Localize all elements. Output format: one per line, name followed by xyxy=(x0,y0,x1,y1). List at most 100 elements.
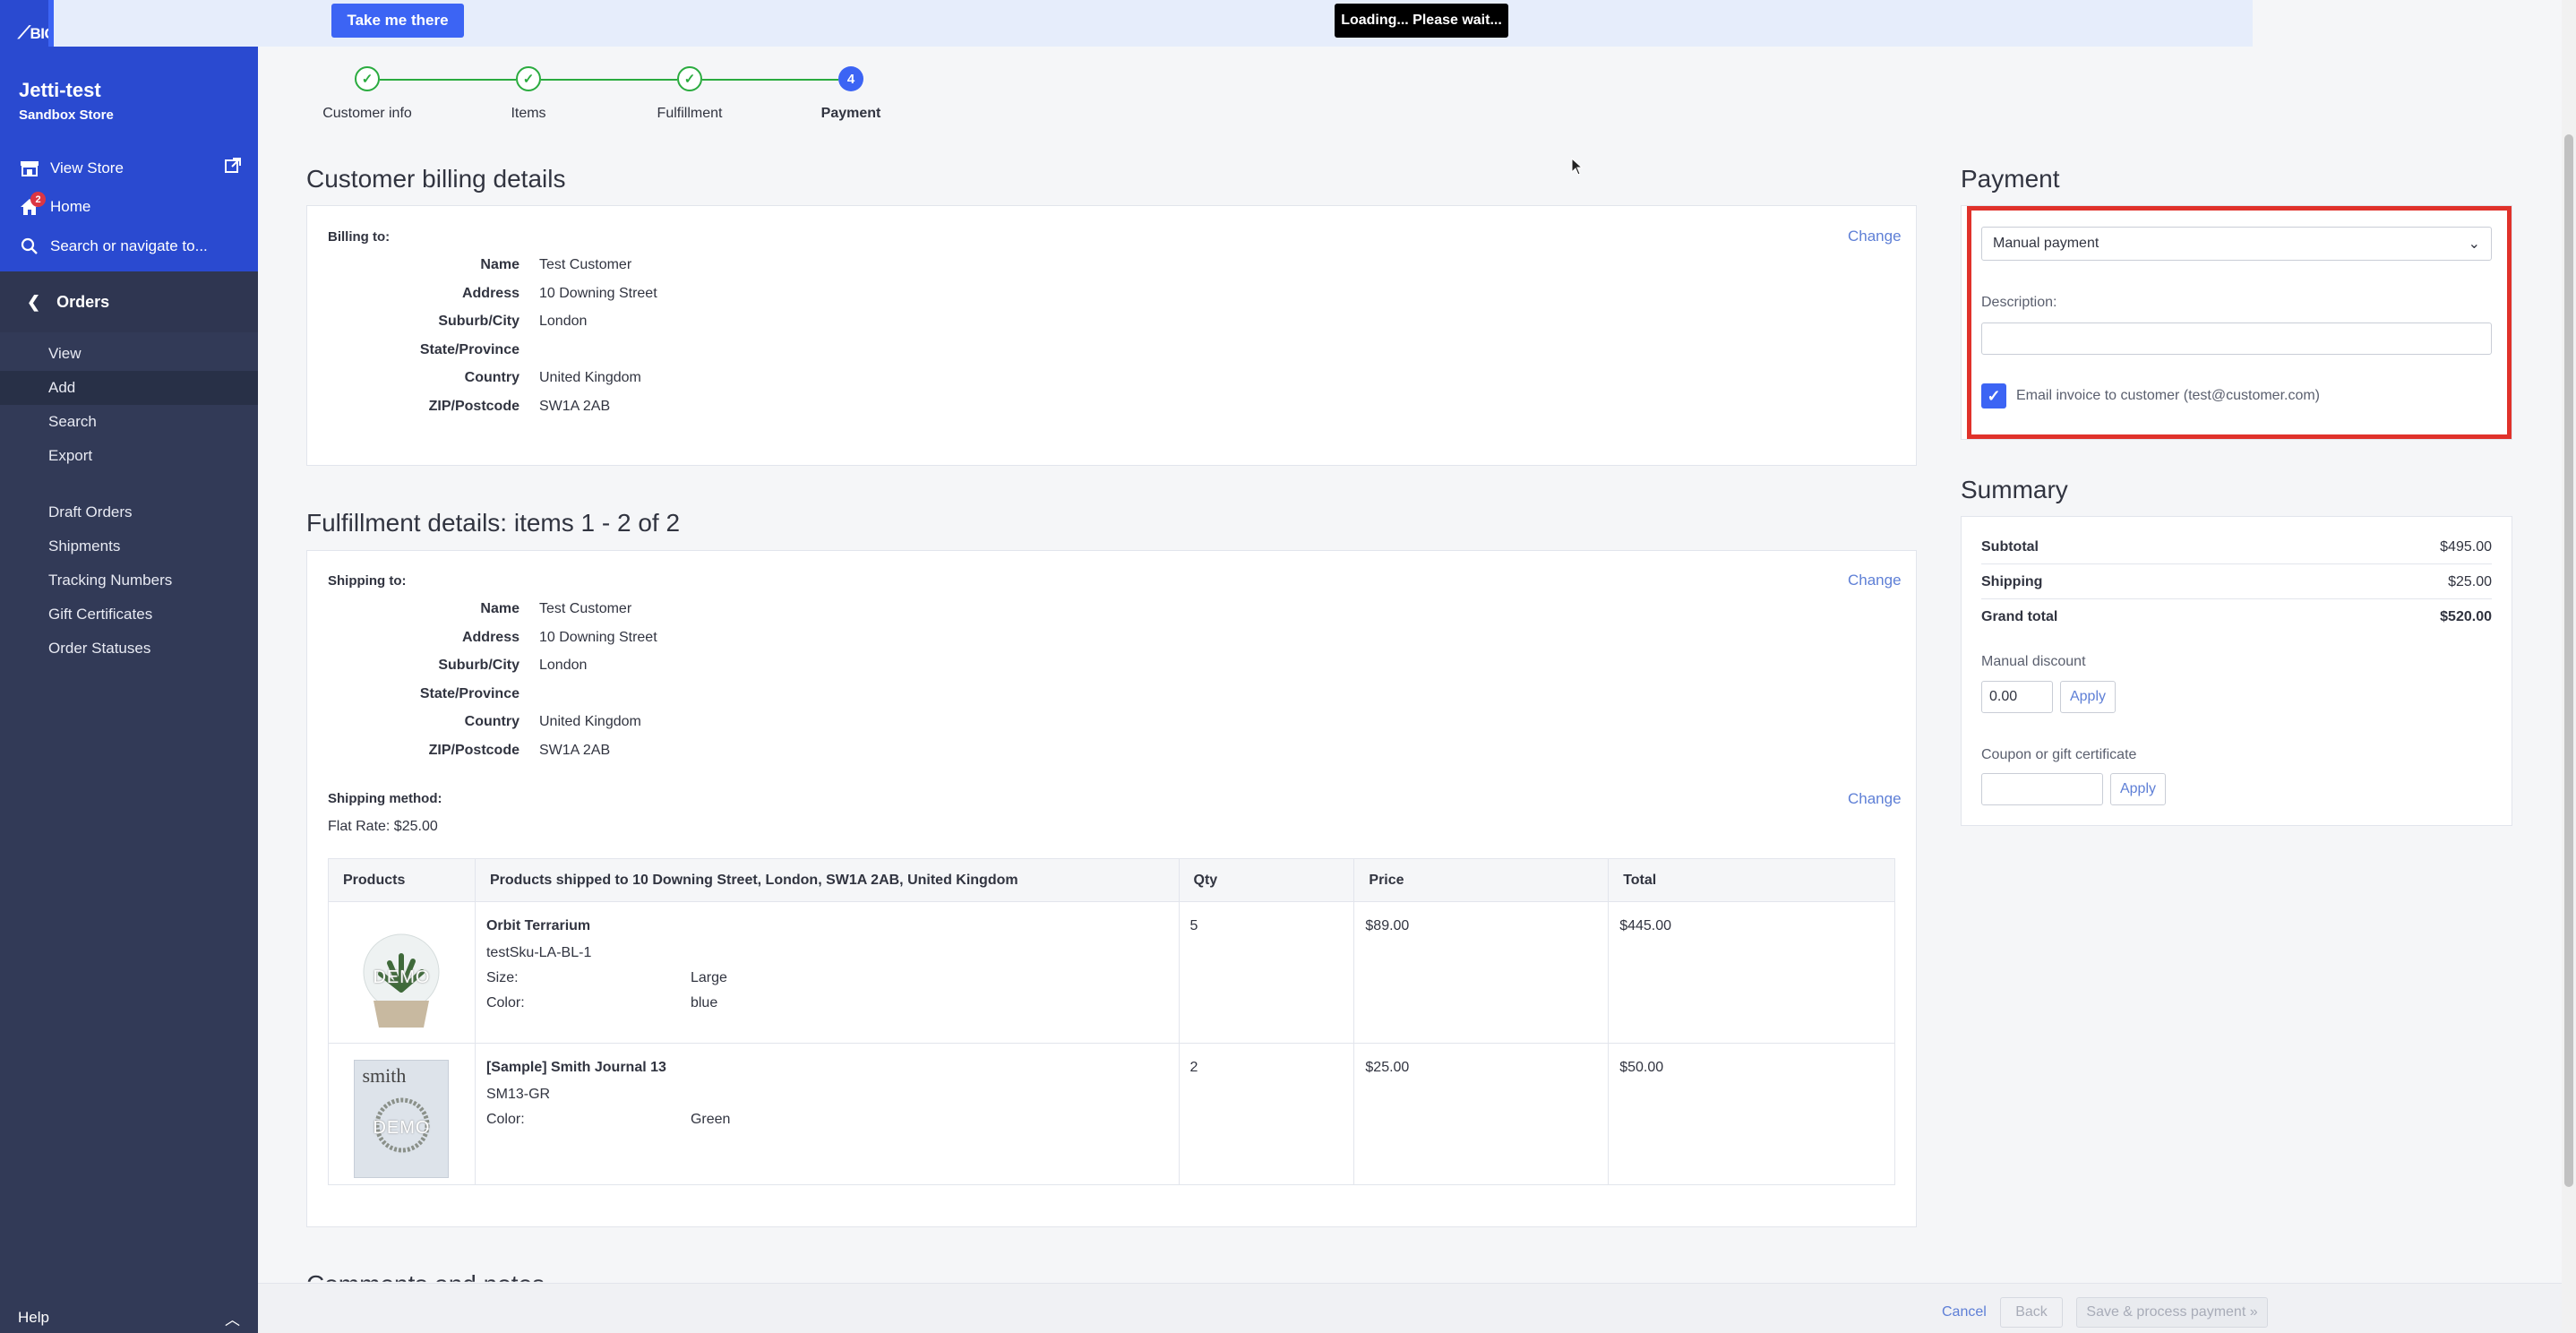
field-value: Test Customer xyxy=(539,601,632,616)
page-scrollbar[interactable] xyxy=(2562,0,2576,1333)
take-me-there-button[interactable]: Take me there xyxy=(331,4,464,38)
sidebar-item-tracking-numbers[interactable]: Tracking Numbers xyxy=(0,563,258,598)
product-option: Color: blue xyxy=(486,995,1168,1011)
option-key: Color: xyxy=(485,995,525,1010)
summary-key: Shipping xyxy=(1981,573,2043,589)
coupon-input[interactable] xyxy=(1981,773,2103,805)
product-details-cell: Orbit Terrarium testSku-LA-BL-1 Size: Lar… xyxy=(474,901,1180,1044)
items-table-header: Products Products shipped to 10 Downing … xyxy=(328,858,1895,902)
step-fulfillment-check-icon[interactable]: ✓ xyxy=(677,66,702,91)
step-connector xyxy=(541,79,677,81)
product-name: Orbit Terrarium xyxy=(485,918,591,933)
apply-discount-button[interactable]: Apply xyxy=(2060,681,2116,713)
billing-change-link[interactable]: Change xyxy=(1848,228,1902,245)
shipping-method-value: Flat Rate: $25.00 xyxy=(328,819,438,834)
product-sku: testSku-LA-BL-1 xyxy=(486,945,1168,961)
price-cell: $89.00 xyxy=(1353,901,1610,1044)
field-value: SW1A 2AB xyxy=(539,398,611,414)
sku-value: testSku-LA-BL-1 xyxy=(485,945,592,960)
demo-watermark: DEMO xyxy=(373,1117,431,1138)
view-store-label: View Store xyxy=(50,159,124,176)
shipping-method-change-link[interactable]: Change xyxy=(1848,790,1902,808)
chevron-left-icon: ❮ xyxy=(27,292,41,311)
search-navigate[interactable]: Search or navigate to... xyxy=(18,233,208,260)
manual-discount-input[interactable]: 0.00 xyxy=(1981,681,2053,713)
sidebar-item-shipments[interactable]: Shipments xyxy=(0,529,258,563)
col-shipped-to: Products shipped to 10 Downing Street, L… xyxy=(474,858,1180,902)
back-button[interactable]: Back xyxy=(2000,1297,2063,1328)
store-type: Sandbox Store xyxy=(19,108,114,123)
field-label: ZIP/Postcode xyxy=(428,398,519,414)
field-label: Suburb/City xyxy=(438,658,519,673)
items-table: Products Products shipped to 10 Downing … xyxy=(328,858,1895,1185)
col-qty: Qty xyxy=(1178,858,1355,902)
loading-toast: Loading... Please wait... xyxy=(1335,4,1508,38)
sidebar-item-draft-orders[interactable]: Draft Orders xyxy=(0,495,258,529)
sidebar-item-export[interactable]: Export xyxy=(0,439,258,473)
summary-row-shipping: Shipping $25.00 xyxy=(1981,565,2492,599)
scrollbar-thumb[interactable] xyxy=(2564,134,2573,1187)
manual-discount-label: Manual discount xyxy=(1981,654,2086,669)
table-row: smith DEMO [Sample] Smith Journal 13 SM1… xyxy=(328,1043,1895,1185)
orders-section[interactable]: ❮ Orders xyxy=(0,271,258,332)
sidebar-item-gift-certificates[interactable]: Gift Certificates xyxy=(0,598,258,632)
step-label-items[interactable]: Items xyxy=(457,106,600,122)
option-value: Green xyxy=(690,1112,731,1127)
summary-value: $25.00 xyxy=(2448,573,2492,589)
step-items-check-icon[interactable]: ✓ xyxy=(516,66,541,91)
help-menu[interactable]: Help ︿ xyxy=(0,1303,258,1333)
field-label: ZIP/Postcode xyxy=(428,742,519,758)
home-icon: 2 xyxy=(18,192,46,217)
search-label: Search or navigate to... xyxy=(50,237,208,254)
cancel-button[interactable]: Cancel xyxy=(1942,1304,1987,1320)
field-label: Country xyxy=(464,370,519,385)
apply-coupon-button[interactable]: Apply xyxy=(2110,773,2166,805)
qty-cell: 2 xyxy=(1178,1043,1355,1185)
terrarium-image[interactable]: DEMO xyxy=(354,918,450,1036)
help-label: Help xyxy=(18,1309,49,1326)
col-price: Price xyxy=(1353,858,1610,902)
total-cell: $50.00 xyxy=(1608,1043,1895,1185)
step-label-customer-info[interactable]: Customer info xyxy=(296,106,439,122)
billing-to-label: Billing to: xyxy=(328,229,391,245)
field-label: Address xyxy=(461,629,519,645)
field-value: United Kingdom xyxy=(539,370,641,385)
field-label: Name xyxy=(480,257,519,272)
field-value: London xyxy=(539,658,588,673)
coupon-label: Coupon or gift certificate xyxy=(1981,747,2137,762)
qty-cell: 5 xyxy=(1178,901,1355,1044)
mouse-cursor-icon xyxy=(1571,158,1584,176)
sidebar-item-view[interactable]: View xyxy=(0,337,258,371)
sidebar-item-order-statuses[interactable]: Order Statuses xyxy=(0,632,258,666)
total-cell: $445.00 xyxy=(1608,901,1895,1044)
external-link-icon[interactable] xyxy=(225,158,241,178)
journal-title-text: smith xyxy=(362,1064,407,1087)
shipping-address-change-link[interactable]: Change xyxy=(1848,572,1902,589)
table-row: DEMO Orbit Terrarium testSku-LA-BL-1 Siz… xyxy=(328,901,1895,1044)
field-value: 10 Downing Street xyxy=(539,285,657,301)
field-label: Suburb/City xyxy=(438,314,519,329)
step-customer-info-check-icon[interactable]: ✓ xyxy=(355,66,380,91)
step-label-fulfillment[interactable]: Fulfillment xyxy=(618,106,761,122)
billing-panel xyxy=(306,205,1917,466)
field-value: Test Customer xyxy=(539,257,632,272)
field-value: SW1A 2AB xyxy=(539,742,611,758)
search-icon xyxy=(18,236,41,256)
home-link[interactable]: 2 Home xyxy=(18,192,90,220)
product-image-cell: DEMO xyxy=(328,901,476,1044)
view-store-link[interactable]: View Store xyxy=(18,155,124,182)
sidebar-item-add[interactable]: Add xyxy=(0,371,258,405)
product-image-cell: smith DEMO xyxy=(328,1043,476,1185)
highlight-outline xyxy=(1967,206,2512,439)
sidebar-item-search[interactable]: Search xyxy=(0,405,258,439)
journal-image[interactable]: smith DEMO xyxy=(354,1060,450,1178)
product-option: Color: Green xyxy=(486,1112,1168,1128)
option-value: blue xyxy=(690,995,718,1010)
storefront-icon xyxy=(18,159,41,178)
summary-key: Grand total xyxy=(1981,609,2058,624)
billing-title: Customer billing details xyxy=(306,165,566,193)
step-connector xyxy=(702,79,838,81)
notification-badge: 2 xyxy=(30,192,46,207)
option-value: Large xyxy=(690,970,727,985)
save-process-payment-button[interactable]: Save & process payment » xyxy=(2076,1297,2268,1328)
